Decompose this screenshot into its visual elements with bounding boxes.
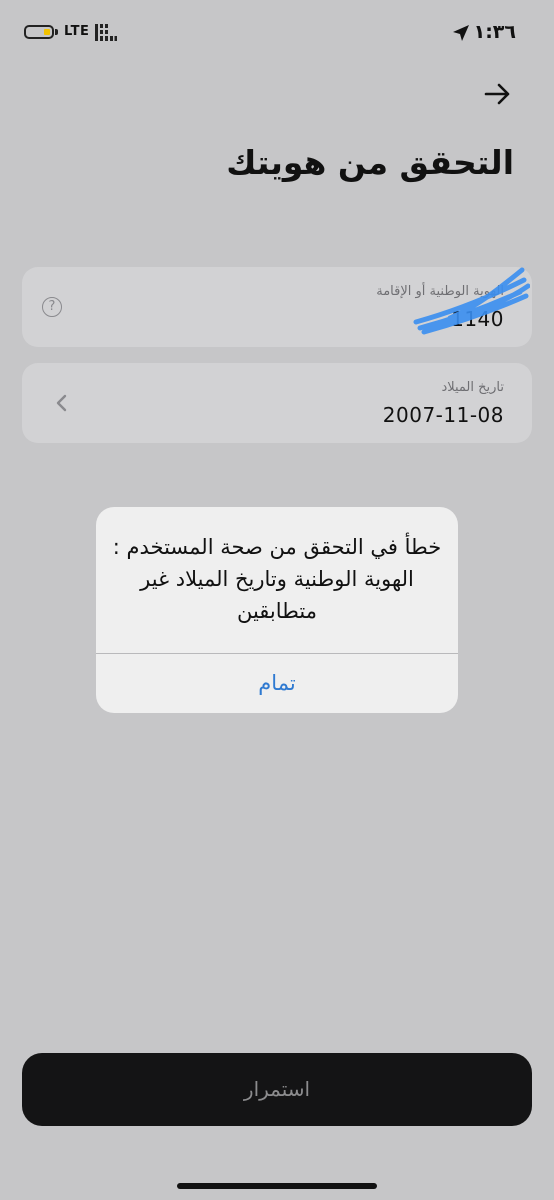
clock-time: ١:٣٦: [473, 21, 516, 43]
birth-date-field[interactable]: تاريخ الميلاد 2007-11-08: [22, 363, 532, 443]
network-type: LTE: [64, 24, 90, 39]
continue-button[interactable]: استمرار: [22, 1053, 532, 1126]
location-arrow-icon: [453, 25, 469, 41]
alert-message: خطأ في التحقق من صحة المستخدم : الهوية ا…: [112, 535, 442, 623]
status-bar: LTE ١:٣٦: [0, 0, 554, 64]
battery-nub: [55, 29, 58, 35]
signal-bars-icon: [95, 24, 117, 41]
page-title: التحقق من هويتك: [226, 143, 514, 182]
arrow-right-icon[interactable]: [482, 78, 514, 110]
error-alert-dialog: خطأ في التحقق من صحة المستخدم : الهوية ا…: [96, 507, 458, 713]
help-icon[interactable]: ?: [42, 297, 62, 317]
redaction-scribble: [413, 267, 530, 335]
alert-ok-button[interactable]: تمام: [96, 654, 458, 713]
birth-date-label: تاريخ الميلاد: [441, 380, 504, 395]
birth-date-value[interactable]: 2007-11-08: [383, 403, 504, 427]
chevron-left-icon[interactable]: [54, 393, 68, 413]
battery-icon: [24, 25, 54, 39]
home-indicator[interactable]: [177, 1183, 377, 1189]
